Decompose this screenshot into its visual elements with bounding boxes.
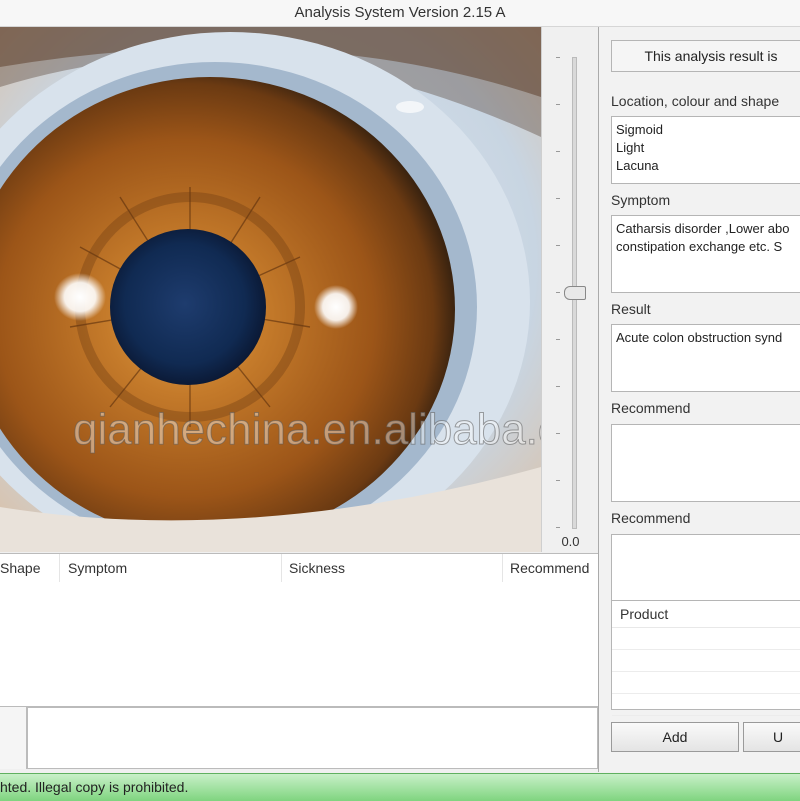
zoom-value: 0.0: [561, 534, 580, 549]
column-header-recommend[interactable]: Recommend: [504, 554, 598, 582]
column-header-sickness[interactable]: Sickness: [283, 554, 503, 582]
location-line: Sigmoid: [616, 122, 663, 137]
iris-image[interactable]: qianhechina.en.alibaba.com: [0, 27, 541, 552]
slider-tick: [556, 339, 560, 340]
slider-tick: [556, 480, 560, 481]
recommend-field-1[interactable]: [611, 424, 800, 502]
slider-tick: [556, 104, 560, 105]
product-row[interactable]: [612, 694, 800, 716]
slider-tick: [556, 198, 560, 199]
recommend-label-2: Recommend: [611, 510, 691, 526]
zoom-panel: 0.0: [541, 27, 599, 552]
result-line: Acute colon obstruction synd: [616, 330, 783, 345]
slider-tick: [556, 57, 560, 58]
slider-tick: [556, 292, 560, 293]
location-field[interactable]: Sigmoid Light Lacuna: [611, 116, 800, 184]
bottom-left-box: [0, 707, 27, 769]
product-header: Product: [612, 601, 800, 628]
zoom-slider-thumb[interactable]: [564, 286, 586, 300]
product-list[interactable]: Product: [611, 600, 800, 716]
symptom-field[interactable]: Catharsis disorder ,Lower abo constipati…: [611, 215, 800, 293]
slider-tick: [556, 151, 560, 152]
slider-tick: [556, 527, 560, 528]
status-bar: hted. Illegal copy is prohibited.: [0, 773, 800, 801]
slider-tick: [556, 433, 560, 434]
slider-tick: [556, 245, 560, 246]
location-label: Location, colour and shape: [611, 93, 780, 109]
column-header-symptom[interactable]: Symptom: [62, 554, 282, 582]
results-table-header: Shape Symptom Sickness Recommend: [0, 553, 598, 583]
recommend-label-1: Recommend: [611, 400, 691, 416]
notes-textarea[interactable]: [27, 707, 598, 769]
window-title: Analysis System Version 2.15 A: [0, 0, 800, 27]
symptom-line: Catharsis disorder ,Lower abo: [616, 221, 790, 236]
slider-tick: [556, 386, 560, 387]
symptom-line: constipation exchange etc. S: [616, 239, 783, 254]
recommend-field-2[interactable]: [611, 534, 800, 600]
result-label: Result: [611, 301, 651, 317]
symptom-label: Symptom: [611, 192, 671, 208]
location-line: Light: [616, 140, 645, 155]
update-button[interactable]: U: [743, 722, 800, 752]
column-header-shape[interactable]: Shape: [0, 554, 60, 582]
result-field[interactable]: Acute colon obstruction synd: [611, 324, 800, 392]
analysis-panel: This analysis result is Location, colour…: [598, 27, 800, 772]
analysis-result-banner: This analysis result is: [611, 40, 800, 72]
product-row[interactable]: [612, 650, 800, 672]
add-button[interactable]: Add: [611, 722, 739, 752]
eye-photo: [0, 27, 541, 552]
results-table-body[interactable]: [0, 582, 598, 707]
bottom-strip: [0, 707, 598, 771]
product-row[interactable]: [612, 672, 800, 694]
product-row[interactable]: [612, 628, 800, 650]
location-line: Lacuna: [616, 158, 659, 173]
